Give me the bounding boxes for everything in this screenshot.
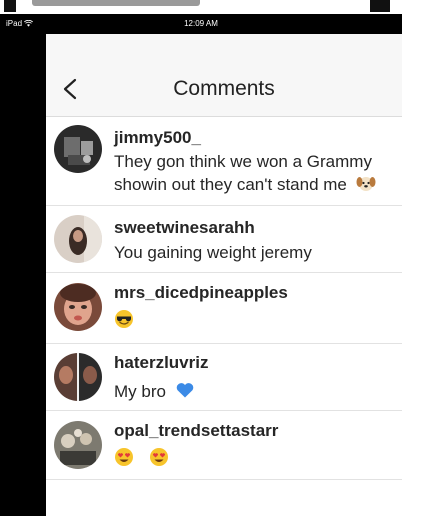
comment-text: They gon think we won a Grammy showin ou… <box>114 151 382 196</box>
comment-row: sweetwinesarahh You gaining weight jerem… <box>46 206 402 273</box>
comment-username[interactable]: opal_trendsettastarr <box>114 421 278 441</box>
top-strip-block <box>370 0 390 12</box>
right-margin <box>402 34 422 516</box>
avatar[interactable] <box>54 283 102 331</box>
dog-face-icon <box>356 177 376 191</box>
heart-eyes-face-icon <box>149 448 168 466</box>
comment-username[interactable]: sweetwinesarahh <box>114 218 255 238</box>
comments-screen: Comments jimmy500_ They gon think we won… <box>46 34 402 516</box>
comment-username[interactable]: haterzluvriz <box>114 353 208 373</box>
status-time: 12:09 AM <box>184 19 218 28</box>
heart-eyes-face-icon <box>115 448 133 466</box>
top-strip <box>0 0 422 14</box>
comment-text: You gaining weight jeremy <box>114 243 312 262</box>
comment-text <box>114 309 140 332</box>
status-bar: iPad 12:09 AM <box>0 14 402 34</box>
comment-text-line: showin out they can't stand me <box>114 173 382 196</box>
page-title: Comments <box>173 77 275 100</box>
comment-row: haterzluvriz My bro <box>46 344 402 411</box>
top-strip-bar <box>32 0 200 6</box>
comment-text-line: They gon think we won a Grammy <box>114 152 372 171</box>
avatar[interactable] <box>54 421 102 469</box>
comment-username[interactable]: jimmy500_ <box>114 128 201 148</box>
avatar[interactable] <box>54 215 102 263</box>
comment-row: mrs_dicedpineapples <box>46 273 402 344</box>
comment-text-part: showin out they can't stand me <box>114 175 347 194</box>
top-strip-block <box>4 0 16 12</box>
avatar[interactable] <box>54 125 102 173</box>
comment-row: jimmy500_ They gon think we won a Grammy… <box>46 117 402 206</box>
sunglasses-face-icon <box>115 310 133 328</box>
comment-username[interactable]: mrs_dicedpineapples <box>114 283 288 303</box>
comment-text <box>114 447 175 470</box>
comment-text: My bro <box>114 380 201 403</box>
nav-header: Comments <box>46 34 402 117</box>
comment-text-part: My bro <box>114 382 166 401</box>
blue-heart-icon <box>176 383 193 398</box>
avatar[interactable] <box>54 353 102 401</box>
left-black-bar <box>0 34 46 516</box>
comment-row: opal_trendsettastarr <box>46 411 402 480</box>
